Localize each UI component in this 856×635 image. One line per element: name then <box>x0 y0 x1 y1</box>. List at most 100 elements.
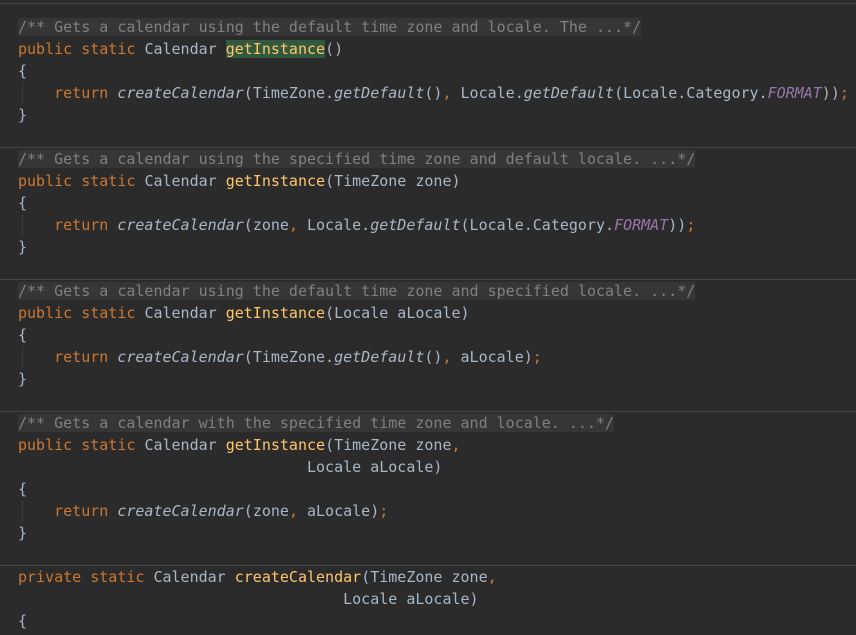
parameter-list: (Locale aLocale) <box>325 304 470 322</box>
class-reference[interactable]: Locale. <box>461 84 524 102</box>
modifiers: public static <box>18 172 136 190</box>
close-brace: } <box>18 370 28 388</box>
return-type[interactable]: Calendar <box>144 304 216 322</box>
parameter-list: (TimeZone zone) <box>325 172 461 190</box>
method-call[interactable]: createCalendar <box>117 84 243 102</box>
return-keyword: return <box>54 216 109 234</box>
return-type[interactable]: Calendar <box>153 568 225 586</box>
close-paren: ) <box>668 216 678 234</box>
parameter-list: (TimeZone zone <box>361 568 488 586</box>
parameter-continuation-line: Locale aLocale) <box>18 456 442 478</box>
brace-line: } <box>18 104 27 126</box>
open-brace: { <box>18 62 28 80</box>
close-paren: ) <box>523 348 533 366</box>
class-reference[interactable]: TimeZone. <box>253 84 334 102</box>
modifiers: public static <box>18 304 136 322</box>
javadoc-comment[interactable]: /** Gets a calendar using the default ti… <box>18 282 696 300</box>
modifiers: public static <box>18 436 136 454</box>
argument: aLocale <box>307 502 371 520</box>
method-name[interactable]: getInstance <box>225 40 326 58</box>
method-name[interactable]: getInstance <box>226 304 325 322</box>
argument: zone <box>252 216 289 234</box>
return-statement-line[interactable]: return createCalendar(TimeZone.getDefaul… <box>18 82 849 104</box>
close-brace: } <box>18 238 28 256</box>
open-paren: ( <box>243 216 253 234</box>
argument: zone <box>252 502 289 520</box>
brace-line: } <box>18 522 27 544</box>
return-keyword: return <box>54 348 109 366</box>
open-paren: ( <box>243 348 253 366</box>
call-parens: () <box>424 348 443 366</box>
argument: aLocale <box>460 348 524 366</box>
constant[interactable]: FORMAT <box>768 84 822 102</box>
parameter-list: (TimeZone zone <box>325 436 452 454</box>
method-call[interactable]: createCalendar <box>117 502 243 520</box>
javadoc-comment[interactable]: /** Gets a calendar with the specified t… <box>18 414 615 432</box>
method-signature-line[interactable]: public static Calendar getInstance(TimeZ… <box>18 434 461 456</box>
argument: (Locale.Category. <box>614 84 768 102</box>
brace-line: { <box>18 324 27 346</box>
return-type[interactable]: Calendar <box>144 436 216 454</box>
method-call[interactable]: createCalendar <box>117 216 243 234</box>
semicolon: ; <box>379 502 389 520</box>
brace-line: } <box>18 368 27 390</box>
method-call[interactable]: createCalendar <box>117 348 243 366</box>
open-brace: { <box>18 480 28 498</box>
method-signature-line[interactable]: public static Calendar getInstance(TimeZ… <box>18 170 461 192</box>
javadoc-comment[interactable]: /** Gets a calendar using the default ti… <box>18 18 642 36</box>
brace-line: { <box>18 192 27 214</box>
return-statement-line[interactable]: return createCalendar(zone, aLocale); <box>18 500 388 522</box>
method-name[interactable]: createCalendar <box>235 568 361 586</box>
method-call[interactable]: getDefault <box>524 84 614 102</box>
semicolon: ; <box>532 348 542 366</box>
close-brace: } <box>18 106 28 124</box>
javadoc-comment-line[interactable]: /** Gets a calendar using the default ti… <box>18 280 696 302</box>
modifiers: private static <box>18 568 145 586</box>
return-keyword: return <box>54 84 109 102</box>
method-name[interactable]: getInstance <box>226 436 325 454</box>
brace-line: { <box>18 610 27 632</box>
open-brace: { <box>18 612 28 630</box>
javadoc-comment-line[interactable]: /** Gets a calendar using the default ti… <box>18 16 642 38</box>
method-call[interactable]: getDefault <box>334 84 424 102</box>
return-statement-line[interactable]: return createCalendar(zone, Locale.getDe… <box>18 214 695 236</box>
method-call[interactable]: getDefault <box>370 216 460 234</box>
parameter-continuation-line: Locale aLocale) <box>18 588 479 610</box>
method-separator <box>0 3 856 4</box>
class-reference[interactable]: TimeZone. <box>253 348 334 366</box>
method-call[interactable]: getDefault <box>334 348 424 366</box>
return-type[interactable]: Calendar <box>144 172 216 190</box>
return-keyword: return <box>54 502 109 520</box>
javadoc-comment[interactable]: /** Gets a calendar using the specified … <box>18 150 696 168</box>
open-brace: { <box>18 326 28 344</box>
call-parens: () <box>424 84 443 102</box>
brace-line: } <box>18 236 27 258</box>
javadoc-comment-line[interactable]: /** Gets a calendar with the specified t… <box>18 412 615 434</box>
argument: (Locale.Category. <box>460 216 615 234</box>
method-name[interactable]: getInstance <box>226 172 325 190</box>
method-signature-line[interactable]: public static Calendar getInstance(Local… <box>18 302 470 324</box>
return-type[interactable]: Calendar <box>144 40 216 58</box>
method-signature-line[interactable]: private static Calendar createCalendar(T… <box>18 566 497 588</box>
semicolon: ; <box>686 216 696 234</box>
close-paren: ) <box>677 216 687 234</box>
close-paren: ) <box>830 84 840 102</box>
comma: , <box>442 348 452 366</box>
parameter-list: () <box>325 40 344 58</box>
parameter-list: Locale aLocale) <box>306 458 443 476</box>
comma: , <box>487 568 497 586</box>
comma: , <box>451 436 461 454</box>
close-brace: } <box>18 524 28 542</box>
code-editor[interactable]: /** Gets a calendar using the default ti… <box>0 0 856 635</box>
constant[interactable]: FORMAT <box>614 216 668 234</box>
comma: , <box>288 502 298 520</box>
parameter-list: Locale aLocale) <box>343 590 479 608</box>
semicolon: ; <box>839 84 849 102</box>
open-paren: ( <box>243 84 253 102</box>
close-paren: ) <box>821 84 831 102</box>
javadoc-comment-line[interactable]: /** Gets a calendar using the specified … <box>18 148 696 170</box>
method-signature-line[interactable]: public static Calendar getInstance() <box>18 38 343 60</box>
class-reference[interactable]: Locale. <box>307 216 370 234</box>
close-paren: ) <box>370 502 380 520</box>
return-statement-line[interactable]: return createCalendar(TimeZone.getDefaul… <box>18 346 542 368</box>
